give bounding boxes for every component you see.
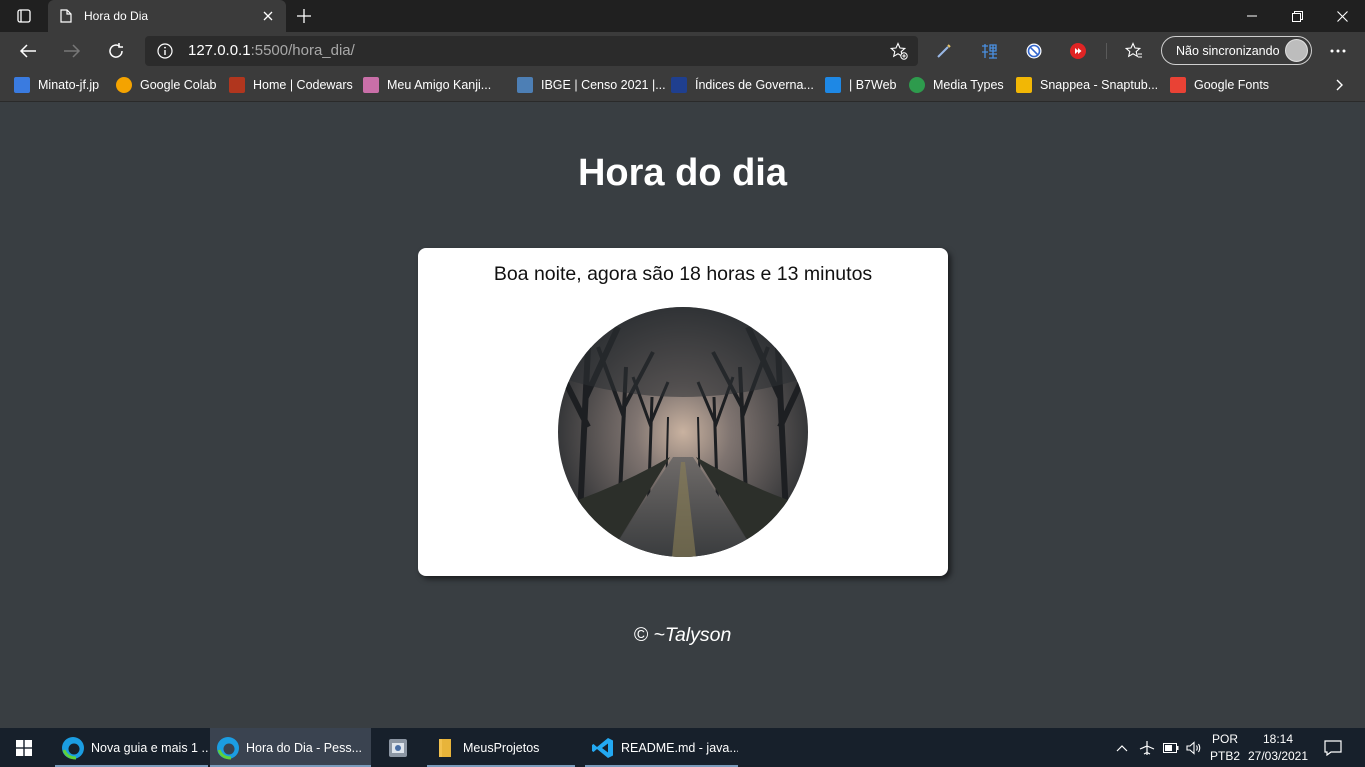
bookmark-item[interactable]: IBGE | Censo 2021 |... (517, 76, 666, 94)
bookmark-favicon-icon (229, 77, 245, 93)
more-options-icon[interactable] (1328, 41, 1348, 61)
bookmark-item[interactable]: Minato-jf.jp (14, 76, 99, 94)
bookmark-favicon-icon (909, 77, 925, 93)
toolbar-separator (1106, 43, 1107, 59)
greeting-message: Boa noite, agora são 18 horas e 13 minut… (493, 263, 873, 285)
bookmark-item[interactable]: Índices de Governa... (671, 76, 814, 94)
taskbar-item-vscode[interactable]: README.md - java... (585, 728, 738, 767)
notification-center-icon[interactable] (1322, 728, 1344, 767)
back-arrow-icon[interactable] (15, 38, 41, 64)
close-window-icon[interactable] (1319, 0, 1365, 32)
bookmark-label: Google Fonts (1194, 78, 1270, 92)
bookmark-label: | B7Web (849, 78, 897, 92)
chevron-up-icon[interactable] (1113, 728, 1131, 767)
add-favorite-icon[interactable] (889, 42, 908, 60)
clock-date: 27/03/2021 (1247, 749, 1309, 763)
bookmark-favicon-icon (671, 77, 687, 93)
browser-title-bar: Hora do Dia (0, 0, 1365, 32)
taskbar-item-explorer[interactable]: MeusProjetos (427, 728, 575, 767)
favorites-icon[interactable] (1124, 41, 1144, 61)
input-language-indicator[interactable]: POR PTB2 (1206, 731, 1244, 765)
taskbar-item-label: README.md - java... (621, 740, 738, 755)
battery-icon[interactable] (1161, 728, 1181, 767)
keyboard-layout: PTB2 (1209, 749, 1240, 763)
tab-close-icon[interactable] (260, 8, 276, 24)
bookmark-label: Google Colab (140, 78, 217, 92)
bookmark-item[interactable]: Meu Amigo Kanji... (363, 76, 491, 94)
browser-toolbar: 127.0.0.1:5500/hora_dia/ Não sincronizan… (0, 32, 1365, 69)
new-tab-icon[interactable] (294, 6, 314, 26)
vscode-icon (592, 737, 613, 758)
bookmark-label: Minato-jf.jp (38, 78, 100, 92)
tab-actions-icon[interactable] (8, 6, 40, 26)
bookmark-item[interactable]: Media Types (909, 76, 1004, 94)
page-title: Hora do dia (577, 152, 788, 194)
bookmark-item[interactable]: | B7Web (825, 76, 897, 94)
folder-icon (439, 738, 451, 757)
taskbar-item-label: Nova guia e mais 1 ... (91, 740, 208, 755)
taskbar-item-label: Hora do Dia - Pess... (246, 740, 363, 755)
url-text: 127.0.0.1:5500/hora_dia/ (188, 42, 355, 59)
bookmark-label: Media Types (933, 78, 1004, 92)
taskbar-item-utility[interactable] (380, 728, 416, 767)
profile-label: Não sincronizando (1176, 43, 1280, 58)
page-content: Hora do dia Boa noite, agora são 18 hora… (0, 102, 1365, 728)
taskbar-item-label: MeusProjetos (463, 740, 540, 755)
windows-taskbar: Nova guia e mais 1 ... Hora do Dia - Pes… (0, 728, 1365, 767)
url-host: 127.0.0.1 (188, 42, 251, 59)
bookmark-item[interactable]: Google Colab (116, 76, 216, 94)
bookmark-label: Meu Amigo Kanji... (387, 78, 492, 92)
bookmark-label: Home | Codewars (253, 78, 353, 92)
bookmark-favicon-icon (363, 77, 379, 93)
time-card: Boa noite, agora são 18 horas e 13 minut… (418, 248, 948, 576)
minimize-icon[interactable] (1229, 0, 1275, 32)
avatar (1285, 39, 1308, 62)
taskbar-item-edge-new-tab[interactable]: Nova guia e mais 1 ... (55, 728, 208, 767)
bookmark-label: Snappea - Snaptub... (1040, 78, 1159, 92)
volume-icon[interactable] (1184, 728, 1204, 767)
language-code: POR (1211, 732, 1238, 746)
bookmark-item[interactable]: Home | Codewars (229, 76, 353, 94)
tab-title: Hora do Dia (84, 9, 149, 23)
bookmark-favicon-icon (116, 77, 132, 93)
forward-arrow-icon[interactable] (59, 38, 85, 64)
kanji-extension-icon[interactable] (979, 41, 999, 61)
bookmark-favicon-icon (14, 77, 30, 93)
site-info-icon[interactable] (157, 43, 173, 59)
app-window-icon (389, 738, 407, 757)
taskbar-item-edge-hora-do-dia[interactable]: Hora do Dia - Pess... (210, 728, 371, 767)
url-path: :5500/hora_dia/ (250, 42, 355, 59)
bookmark-favicon-icon (1170, 77, 1186, 93)
record-extension-icon[interactable] (1068, 41, 1088, 61)
page-document-icon (58, 8, 74, 24)
system-clock[interactable]: 18:14 27/03/2021 (1244, 731, 1312, 765)
pen-extension-icon[interactable] (934, 41, 954, 61)
footer-credit: © ~Talyson (633, 624, 732, 646)
clock-time: 18:14 (1262, 732, 1294, 746)
night-photo (558, 307, 808, 557)
airplane-mode-icon[interactable] (1137, 728, 1157, 767)
bookmark-label: IBGE | Censo 2021 |... (541, 78, 666, 92)
bookmark-favicon-icon (825, 77, 841, 93)
chevron-right-icon[interactable] (1332, 77, 1348, 93)
restore-icon[interactable] (1274, 0, 1320, 32)
bookmark-favicon-icon (1016, 77, 1032, 93)
bookmark-label: Índices de Governa... (695, 78, 814, 92)
refresh-icon[interactable] (103, 38, 129, 64)
windows-start-icon[interactable] (0, 728, 48, 767)
bookmark-item[interactable]: Google Fonts (1170, 76, 1269, 94)
edge-icon (217, 736, 239, 759)
address-bar[interactable]: 127.0.0.1:5500/hora_dia/ (145, 36, 918, 66)
edge-icon (62, 736, 84, 759)
bookmarks-bar: Minato-jf.jp Google Colab Home | Codewar… (0, 69, 1365, 102)
browser-tab-active[interactable]: Hora do Dia (48, 0, 286, 32)
bookmark-favicon-icon (517, 77, 533, 93)
block-extension-icon[interactable] (1024, 41, 1044, 61)
bookmark-item[interactable]: Snappea - Snaptub... (1016, 76, 1158, 94)
profile-button[interactable]: Não sincronizando (1161, 36, 1312, 65)
